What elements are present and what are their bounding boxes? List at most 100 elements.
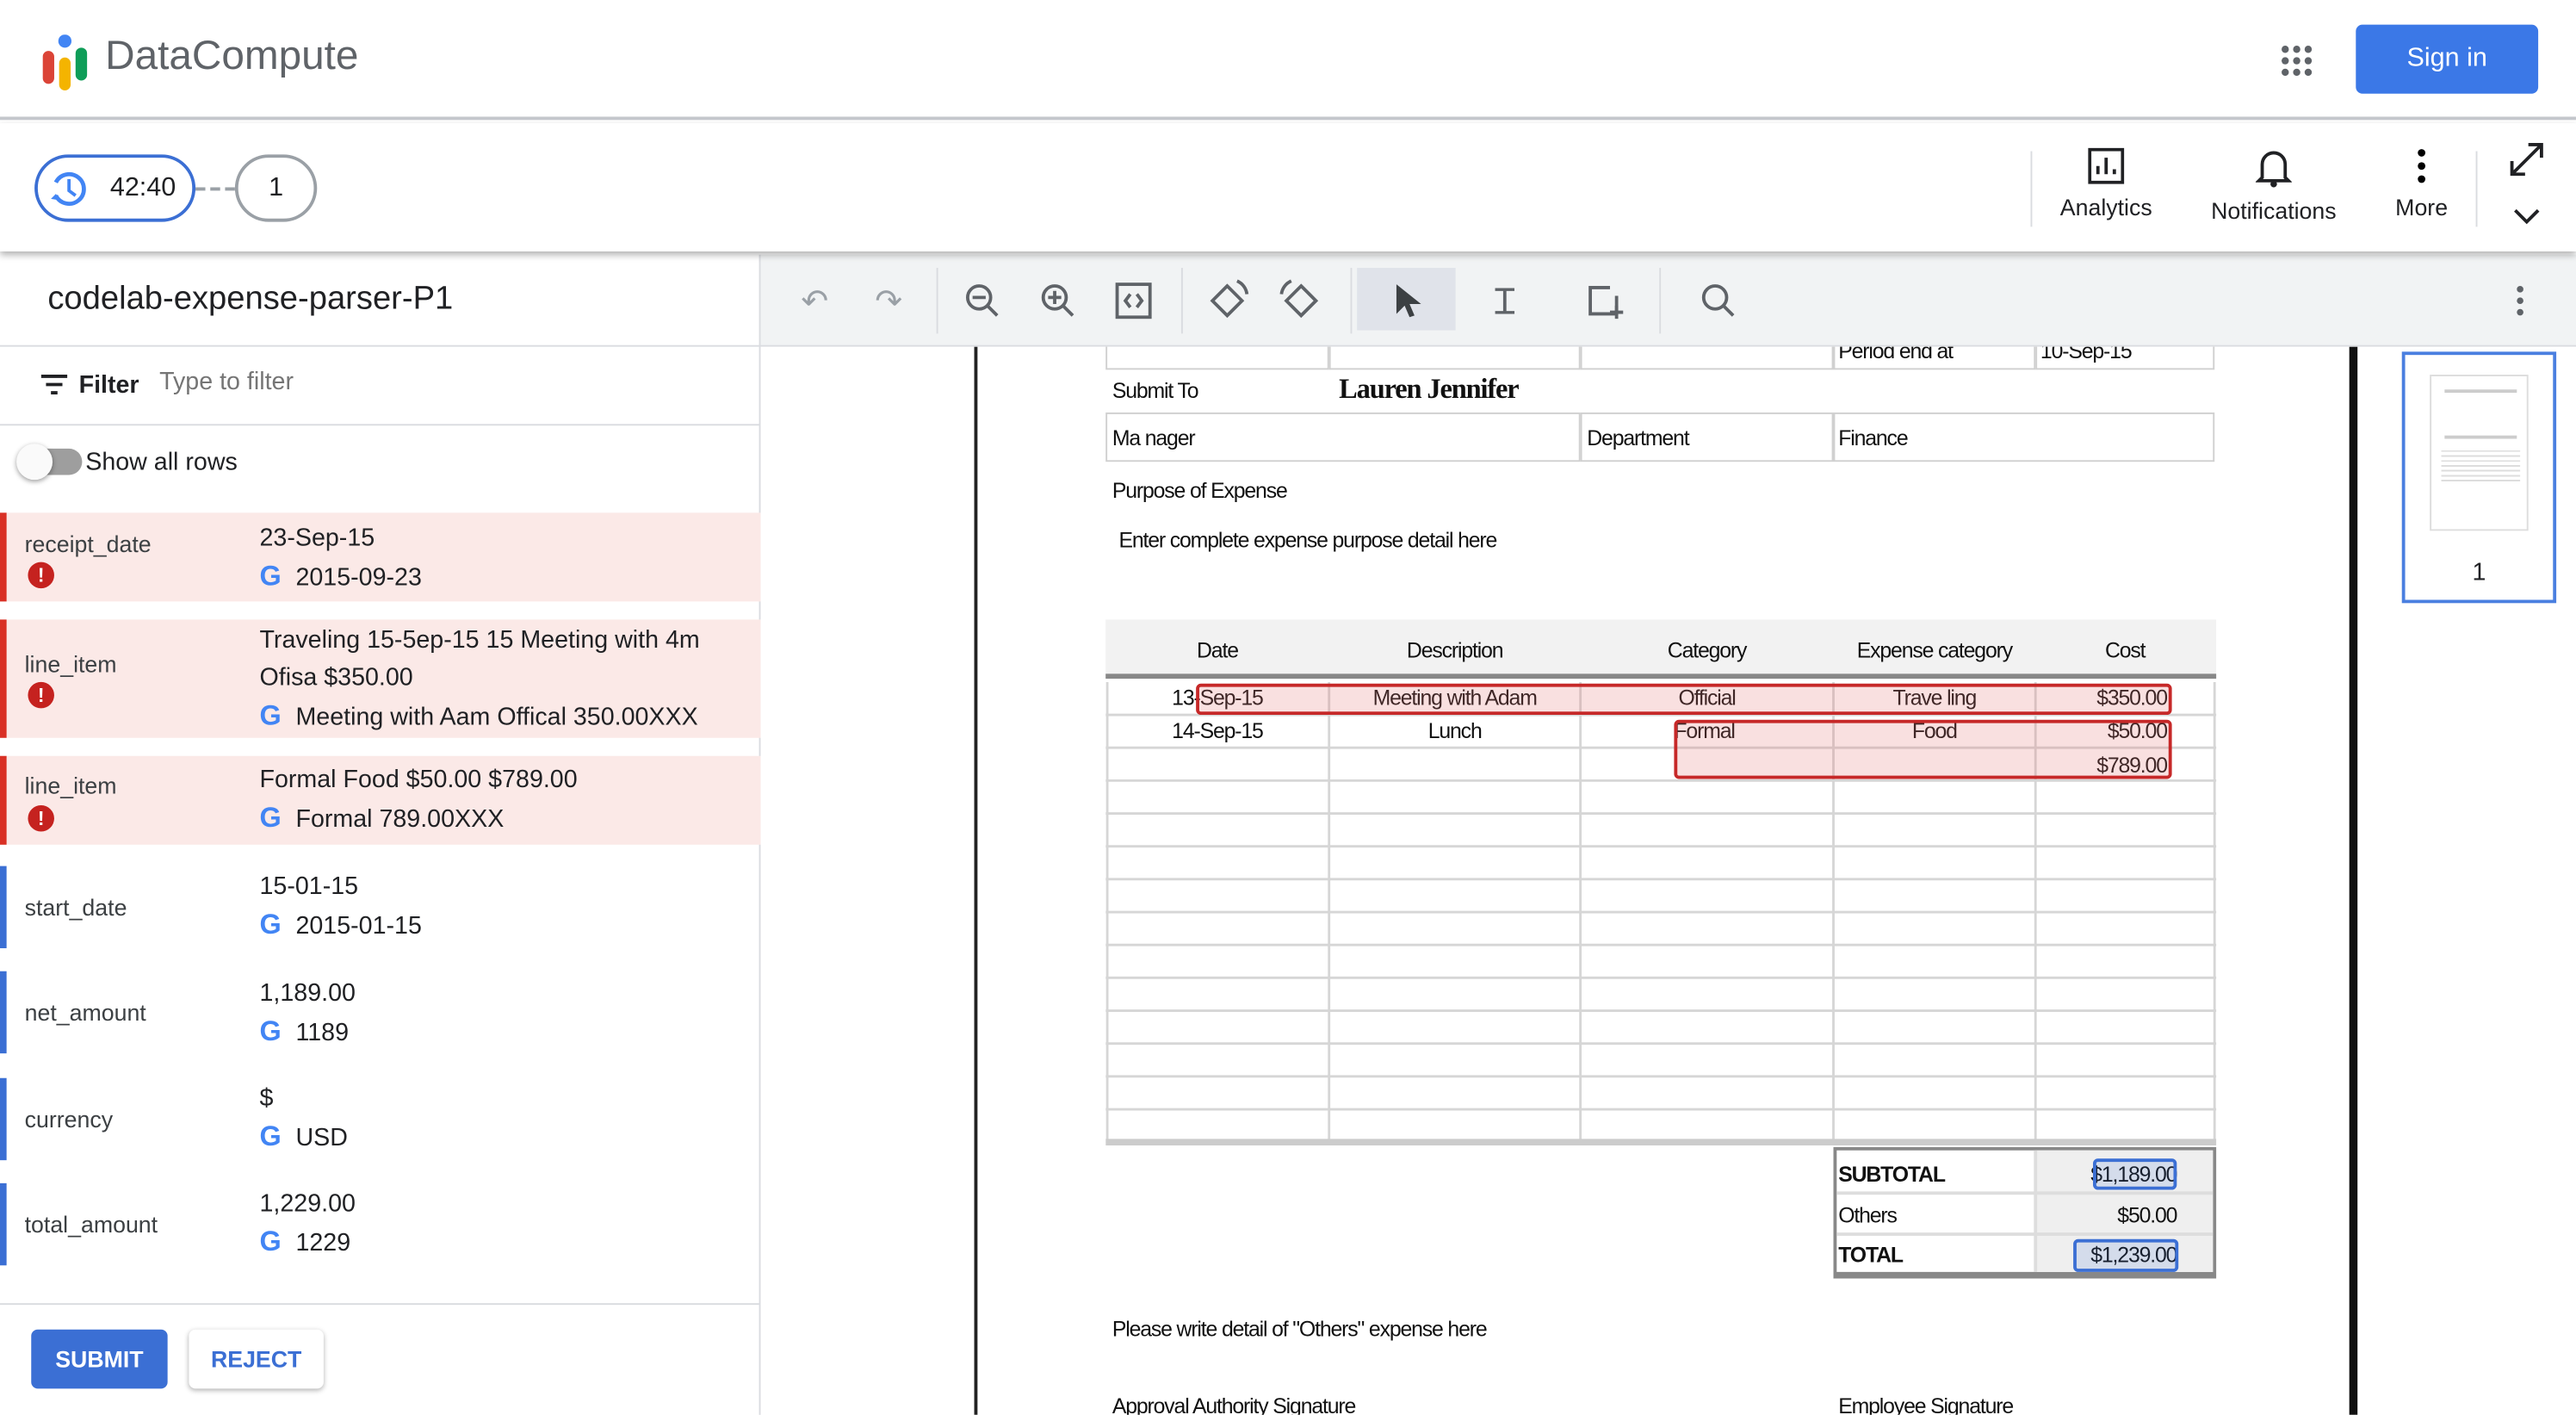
field-row-receipt-date[interactable]: receipt_date ! 23-Sep-15 G 2015-09-23 xyxy=(0,512,761,602)
field-name: receipt_date xyxy=(24,531,152,557)
chevron-down-icon[interactable] xyxy=(2513,208,2540,225)
filter-input[interactable] xyxy=(159,368,718,396)
search-icon[interactable] xyxy=(1692,275,1744,327)
field-normalized-value: 1189 xyxy=(295,1019,350,1047)
thumbnail-image xyxy=(2430,375,2529,531)
thumbnail-detail xyxy=(2441,450,2521,483)
field-row-net-amount[interactable]: net_amount 1,189.00 G 1189 xyxy=(0,971,760,1054)
timer-chip[interactable]: 42:40 xyxy=(34,154,196,222)
divider xyxy=(1180,268,1183,334)
more-button[interactable]: More xyxy=(2388,148,2454,220)
field-row-line-item[interactable]: line_item ! Formal Food $50.00 $789.00 G F… xyxy=(0,755,761,845)
error-icon: ! xyxy=(28,804,54,832)
field-normalized-value: 2015-01-15 xyxy=(295,912,422,940)
subtotal-label: SUBTOTAL xyxy=(1838,1162,1946,1187)
undo-icon[interactable]: ↶ xyxy=(789,275,841,327)
expand-icon[interactable] xyxy=(2507,140,2547,179)
employee-signature-label: Employee Signature xyxy=(1838,1393,2014,1415)
submit-to-value: Lauren Jennifer xyxy=(1339,373,1520,405)
line-item-highlight[interactable] xyxy=(1196,683,2172,716)
document-viewer[interactable]: Period end at 10-Sep-15 Submit To Lauren… xyxy=(760,346,2375,1415)
toggle-knob[interactable] xyxy=(16,444,53,481)
filter-icon[interactable] xyxy=(40,375,68,394)
field-raw-value: 1,189.00 xyxy=(259,979,356,1008)
field-normalized-value: 1229 xyxy=(295,1229,351,1257)
header-date: Date xyxy=(1197,637,1239,662)
manager-label: Ma nager xyxy=(1112,425,1196,450)
divider xyxy=(0,344,761,347)
field-normalized-value: 2015-09-23 xyxy=(295,563,422,592)
analytics-button[interactable]: Analytics xyxy=(2057,147,2155,220)
analytics-label: Analytics xyxy=(2059,194,2152,220)
google-icon: G xyxy=(259,909,282,940)
header-description: Description xyxy=(1406,637,1504,662)
text-cursor-icon[interactable]: Ɪ xyxy=(1478,275,1531,327)
thumbnail-page-number: 1 xyxy=(2472,558,2486,587)
apps-grid-icon[interactable] xyxy=(2281,45,2313,78)
more-vert-icon[interactable] xyxy=(2494,275,2547,327)
divider xyxy=(0,424,761,426)
form-cell xyxy=(1328,346,1581,370)
error-icon: ! xyxy=(28,562,54,589)
divider xyxy=(2475,151,2478,227)
field-raw-value: 23-Sep-15 xyxy=(259,524,375,553)
top-bar: DataCompute Sign in xyxy=(0,0,2576,121)
row2-description: Lunch xyxy=(1427,717,1483,743)
zoom-in-icon[interactable] xyxy=(1031,275,1084,327)
fit-to-page-icon[interactable] xyxy=(1107,275,1160,327)
document-page: Period end at 10-Sep-15 Submit To Lauren… xyxy=(974,346,2358,1415)
page-thumbnails: 1 xyxy=(2374,346,2576,1415)
field-row-currency[interactable]: currency $ G USD xyxy=(0,1077,760,1161)
viewer-toolbar: ↶ ↷ Ɪ xyxy=(760,254,2576,347)
field-raw-value: $ xyxy=(259,1084,274,1113)
field-row-line-item[interactable]: line_item ! Traveling 15-5ep-15 15 Meeti… xyxy=(0,619,761,738)
field-row-total-amount[interactable]: total_amount 1,229.00 G 1229 xyxy=(0,1182,760,1266)
line-item-highlight[interactable] xyxy=(1674,719,2172,779)
net-amount-highlight[interactable] xyxy=(2092,1158,2177,1190)
bell-icon xyxy=(2255,151,2292,188)
error-icon: ! xyxy=(28,681,54,709)
form-cell xyxy=(1105,346,1329,370)
pointer-icon[interactable] xyxy=(1380,275,1433,327)
thumbnail-page-1[interactable]: 1 xyxy=(2401,351,2557,604)
google-icon: G xyxy=(259,1226,282,1257)
add-box-icon[interactable] xyxy=(1577,275,1630,327)
field-name: currency xyxy=(24,1106,114,1133)
department-value: Finance xyxy=(1838,425,1908,450)
field-raw-value: 15-01-15 xyxy=(259,872,359,901)
total-amount-highlight[interactable] xyxy=(2073,1238,2179,1272)
zoom-out-icon[interactable] xyxy=(957,275,1009,327)
submit-button[interactable]: SUBMIT xyxy=(31,1329,168,1389)
google-icon: G xyxy=(259,1120,282,1152)
redo-icon[interactable]: ↷ xyxy=(863,275,915,327)
others-value: $50.00 xyxy=(2117,1202,2177,1228)
field-normalized-value: Meeting with Aam Offical 350.00XXX xyxy=(295,703,698,732)
field-name: line_item xyxy=(24,772,117,799)
field-row-start-date[interactable]: start_date 15-01-15 G 2015-01-15 xyxy=(0,866,760,949)
submit-to-label: Submit To xyxy=(1112,377,1199,403)
total-label: TOTAL xyxy=(1838,1242,1904,1268)
purpose-detail: Enter complete expense purpose detail he… xyxy=(1118,527,1497,553)
divider xyxy=(1350,268,1353,334)
google-icon: G xyxy=(259,699,282,732)
analytics-icon xyxy=(2088,147,2125,184)
period-end-label: Period end at xyxy=(1838,346,1954,363)
field-name: total_amount xyxy=(24,1211,158,1238)
datacompute-logo-icon xyxy=(42,34,88,90)
step-chip[interactable]: 1 xyxy=(234,154,318,222)
notifications-label: Notifications xyxy=(2211,196,2337,224)
sign-in-button[interactable]: Sign in xyxy=(2356,24,2539,94)
notifications-button[interactable]: Notifications xyxy=(2207,148,2341,224)
divider xyxy=(1659,268,1662,334)
header-expense-category: Expense category xyxy=(1856,637,2013,662)
more-vert-icon xyxy=(2418,149,2426,183)
app-name: DataCompute xyxy=(105,33,359,79)
header-category: Category xyxy=(1667,637,1748,662)
department-label: Department xyxy=(1587,425,1689,450)
reject-button[interactable]: REJECT xyxy=(189,1329,324,1389)
rotate-right-icon[interactable] xyxy=(1275,275,1328,327)
others-note: Please write detail of "Others" expense … xyxy=(1112,1316,1488,1342)
rotate-left-icon[interactable] xyxy=(1201,275,1254,327)
show-all-rows-label: Show all rows xyxy=(85,448,238,477)
form-cell xyxy=(1580,346,1834,370)
